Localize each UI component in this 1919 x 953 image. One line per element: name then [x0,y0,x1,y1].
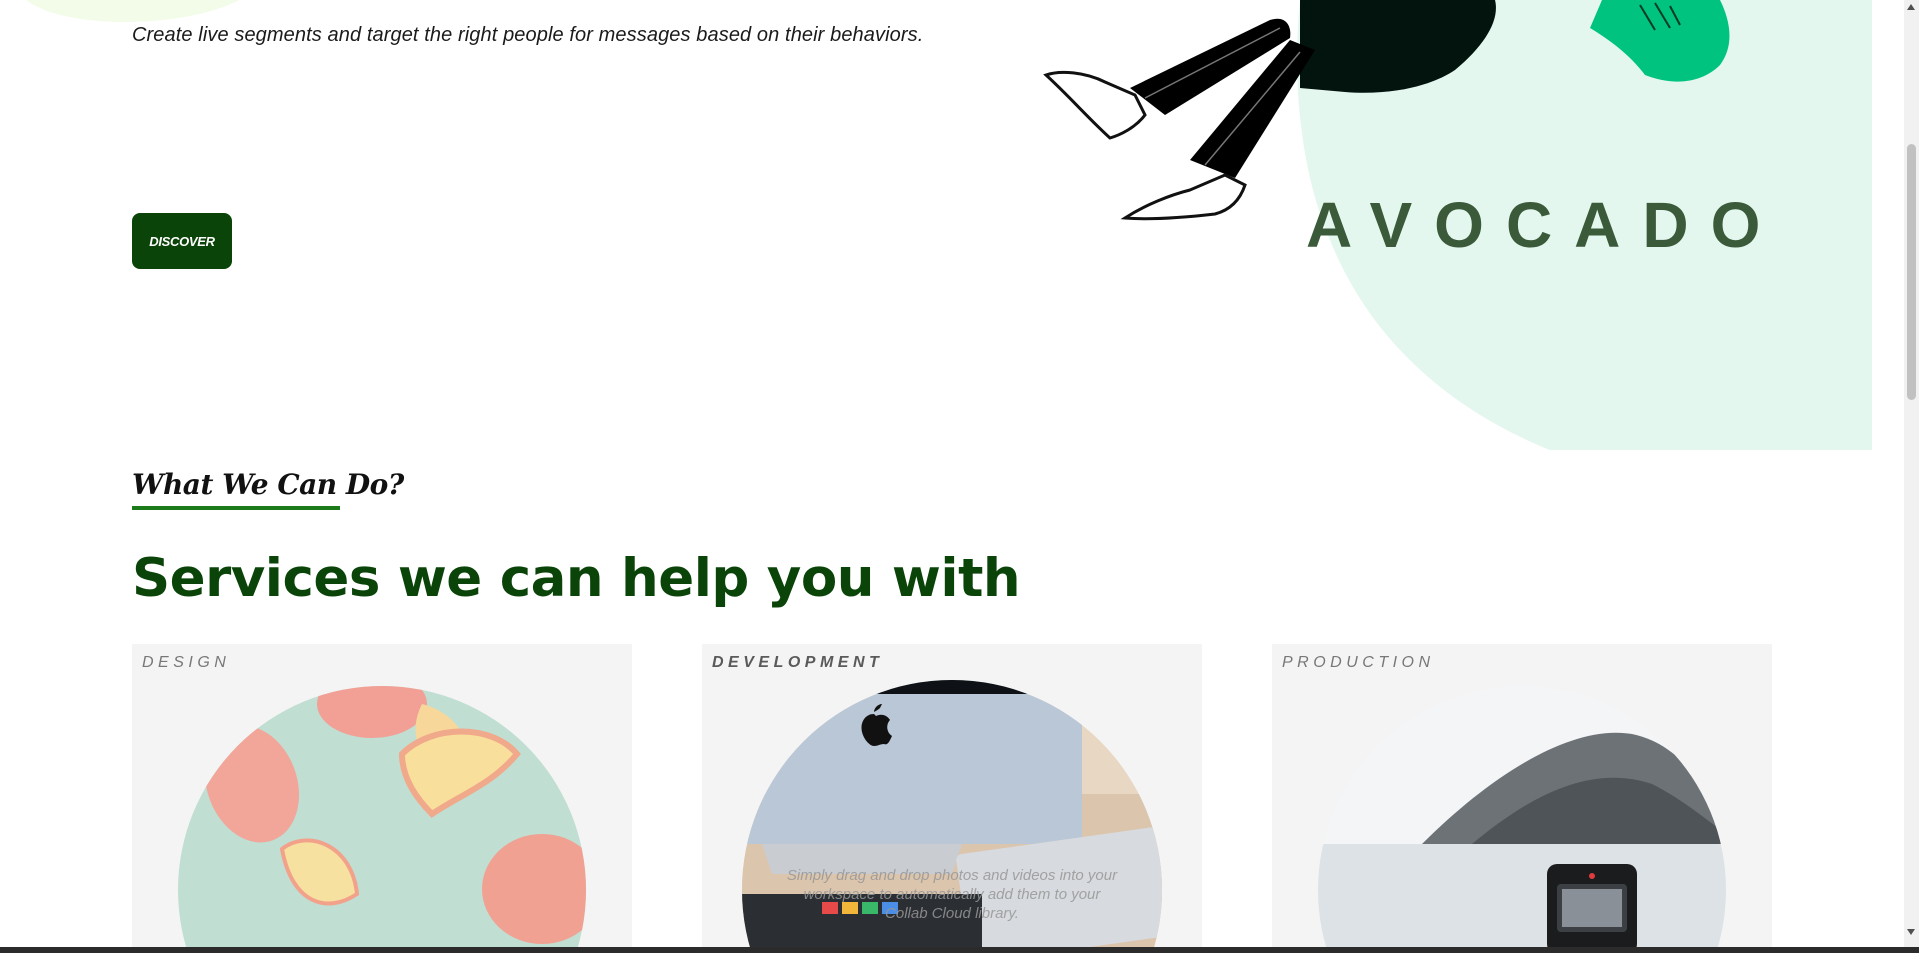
service-card-development[interactable]: DEVELOPMENT Simply drag and drop photos … [702,644,1202,953]
service-card-production[interactable]: PRODUCTION [1272,644,1772,953]
scroll-down-arrow-icon[interactable] [1907,929,1915,935]
discover-button[interactable]: DISCOVER [132,213,232,269]
card-label-production: PRODUCTION [1282,654,1435,671]
vertical-scrollbar[interactable] [1904,0,1919,953]
figure-shoe-upper [1043,70,1147,140]
kicker-underline [132,506,340,510]
scroll-up-arrow-icon[interactable] [1907,4,1915,10]
peaches-image [178,686,586,953]
camera-landscape-image [1318,686,1726,953]
card-label-development: DEVELOPMENT [712,654,884,671]
service-card-design[interactable]: DESIGN [132,644,632,953]
scrollbar-thumb[interactable] [1907,144,1916,400]
decorative-blob [5,0,275,22]
section-title: Services we can help you with [132,548,1021,609]
section-kicker: What We Can Do? [132,468,404,501]
brand-wordmark: AVOCADO [1306,189,1783,261]
taskbar-edge [0,947,1919,953]
hero-subtitle: Create live segments and target the righ… [132,24,924,46]
page: Create live segments and target the righ… [0,0,1904,953]
card-overlay-text: Simply drag and drop photos and videos i… [786,867,1118,922]
figure-shoe-lower [1120,173,1247,221]
card-label-design: DESIGN [142,654,231,671]
